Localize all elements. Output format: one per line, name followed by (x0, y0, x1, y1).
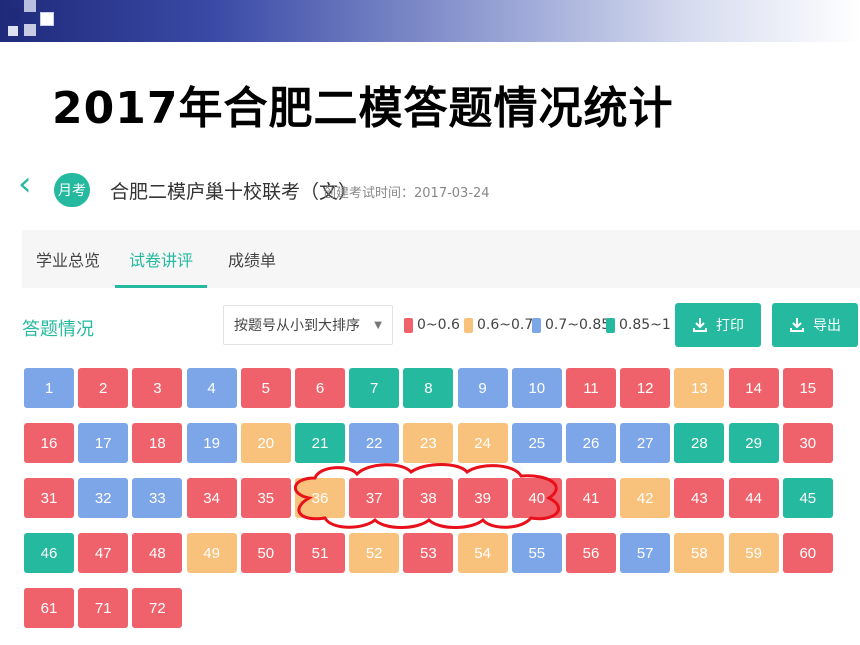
question-cell[interactable]: 17 (78, 423, 129, 463)
slide-header-band (0, 0, 860, 42)
question-cell[interactable]: 59 (728, 533, 779, 573)
question-cell[interactable]: 42 (620, 478, 671, 518)
question-cell[interactable]: 58 (674, 533, 725, 573)
exam-panel: ‹ 月考 合肥二模庐巢十校联考（文） 创建考试时间：2017-03-24 学业总… (0, 145, 860, 645)
section-title: 答题情况 (22, 319, 94, 340)
question-cell[interactable]: 57 (620, 533, 671, 573)
question-cell[interactable]: 54 (457, 533, 508, 573)
legend-label: 0.6~0.7 (477, 317, 534, 333)
question-cell[interactable]: 56 (566, 533, 616, 573)
question-cell[interactable]: 28 (674, 423, 725, 463)
export-button-label: 导出 (813, 318, 841, 334)
exam-title: 合肥二模庐巢十校联考（文） (110, 181, 358, 203)
question-cell[interactable]: 44 (728, 478, 779, 518)
question-cell[interactable]: 18 (132, 423, 183, 463)
slide-decoration (0, 0, 80, 60)
question-cell[interactable]: 2 (78, 368, 129, 408)
question-cell[interactable]: 33 (132, 478, 183, 518)
print-button-label: 打印 (716, 318, 744, 334)
question-cell[interactable]: 72 (132, 588, 183, 628)
question-cell[interactable]: 51 (295, 533, 345, 573)
question-cell[interactable]: 36 (295, 478, 345, 518)
legend-label: 0.7~0.85 (545, 317, 611, 333)
question-cell[interactable]: 19 (186, 423, 237, 463)
question-cell[interactable]: 23 (403, 423, 454, 463)
question-cell[interactable]: 41 (566, 478, 616, 518)
legend-swatch (464, 317, 473, 333)
exam-header: ‹ 月考 合肥二模庐巢十校联考（文） 创建考试时间：2017-03-24 (0, 145, 860, 225)
legend-label: 0~0.6 (417, 317, 460, 333)
export-button[interactable]: 导出 (772, 303, 858, 347)
question-cell[interactable]: 31 (24, 478, 74, 518)
question-cell[interactable]: 21 (295, 423, 345, 463)
question-cell[interactable]: 14 (728, 368, 779, 408)
question-cell[interactable]: 37 (349, 478, 400, 518)
question-cell[interactable]: 53 (403, 533, 454, 573)
question-cell[interactable]: 35 (240, 478, 291, 518)
question-cell[interactable]: 49 (186, 533, 237, 573)
question-cell[interactable]: 15 (782, 368, 833, 408)
question-cell[interactable]: 52 (349, 533, 400, 573)
question-cell[interactable]: 30 (782, 423, 833, 463)
question-cell[interactable]: 27 (620, 423, 671, 463)
tabs-bar: 学业总览 试卷讲评 成绩单 (22, 230, 860, 288)
question-cell[interactable]: 71 (78, 588, 129, 628)
question-cell[interactable]: 60 (782, 533, 833, 573)
question-cell[interactable]: 25 (511, 423, 562, 463)
sort-select[interactable]: 按题号从小到大排序 ▼ (223, 305, 393, 345)
legend-item: 0.7~0.85 (532, 317, 610, 333)
download-icon (693, 318, 707, 332)
question-cell[interactable]: 3 (132, 368, 183, 408)
question-cell[interactable]: 46 (24, 533, 74, 573)
question-cell[interactable]: 47 (78, 533, 129, 573)
question-cell[interactable]: 43 (674, 478, 725, 518)
question-cell[interactable]: 26 (566, 423, 616, 463)
question-cell[interactable]: 32 (78, 478, 129, 518)
question-cell[interactable]: 13 (674, 368, 725, 408)
legend-item: 0.85~1 (606, 317, 671, 333)
question-cell[interactable]: 22 (349, 423, 400, 463)
question-cell[interactable]: 12 (620, 368, 671, 408)
exam-created-date: 创建考试时间：2017-03-24 (323, 186, 490, 201)
question-cell[interactable]: 9 (457, 368, 508, 408)
question-cell[interactable]: 61 (24, 588, 74, 628)
question-cell[interactable]: 50 (240, 533, 291, 573)
question-cell[interactable]: 5 (240, 368, 291, 408)
print-button[interactable]: 打印 (675, 303, 761, 347)
question-cell[interactable]: 1 (24, 368, 74, 408)
question-cell[interactable]: 7 (349, 368, 400, 408)
chevron-down-icon: ▼ (374, 320, 382, 331)
question-cell[interactable]: 34 (186, 478, 237, 518)
tab-score-sheet[interactable]: 成绩单 (222, 230, 282, 288)
sort-select-value: 按题号从小到大排序 (234, 318, 360, 334)
question-cell[interactable]: 10 (511, 368, 562, 408)
tab-paper-review[interactable]: 试卷讲评 (115, 230, 207, 288)
slide-title: 2017年合肥二模答题情况统计 (52, 83, 674, 134)
tab-overview[interactable]: 学业总览 (32, 230, 104, 288)
legend-swatch (532, 317, 541, 333)
download-icon (790, 318, 804, 332)
question-cell[interactable]: 55 (511, 533, 562, 573)
legend-swatch (606, 317, 615, 333)
question-cell[interactable]: 40 (511, 478, 562, 518)
question-cell[interactable]: 39 (457, 478, 508, 518)
question-cell[interactable]: 38 (403, 478, 454, 518)
legend-item: 0.6~0.7 (464, 317, 533, 333)
question-cell[interactable]: 48 (132, 533, 183, 573)
exam-type-badge: 月考 (54, 173, 90, 207)
legend-item: 0~0.6 (404, 317, 460, 333)
question-cell[interactable]: 45 (782, 478, 833, 518)
question-cell[interactable]: 20 (240, 423, 291, 463)
question-cell[interactable]: 16 (24, 423, 74, 463)
back-chevron-icon[interactable]: ‹ (18, 167, 32, 201)
question-cell[interactable]: 29 (728, 423, 779, 463)
question-cell[interactable]: 6 (295, 368, 345, 408)
question-cell[interactable]: 11 (566, 368, 616, 408)
legend-swatch (404, 317, 413, 333)
question-cell[interactable]: 24 (457, 423, 508, 463)
question-cell[interactable]: 4 (186, 368, 237, 408)
question-cell[interactable]: 8 (403, 368, 454, 408)
legend-label: 0.85~1 (619, 317, 671, 333)
